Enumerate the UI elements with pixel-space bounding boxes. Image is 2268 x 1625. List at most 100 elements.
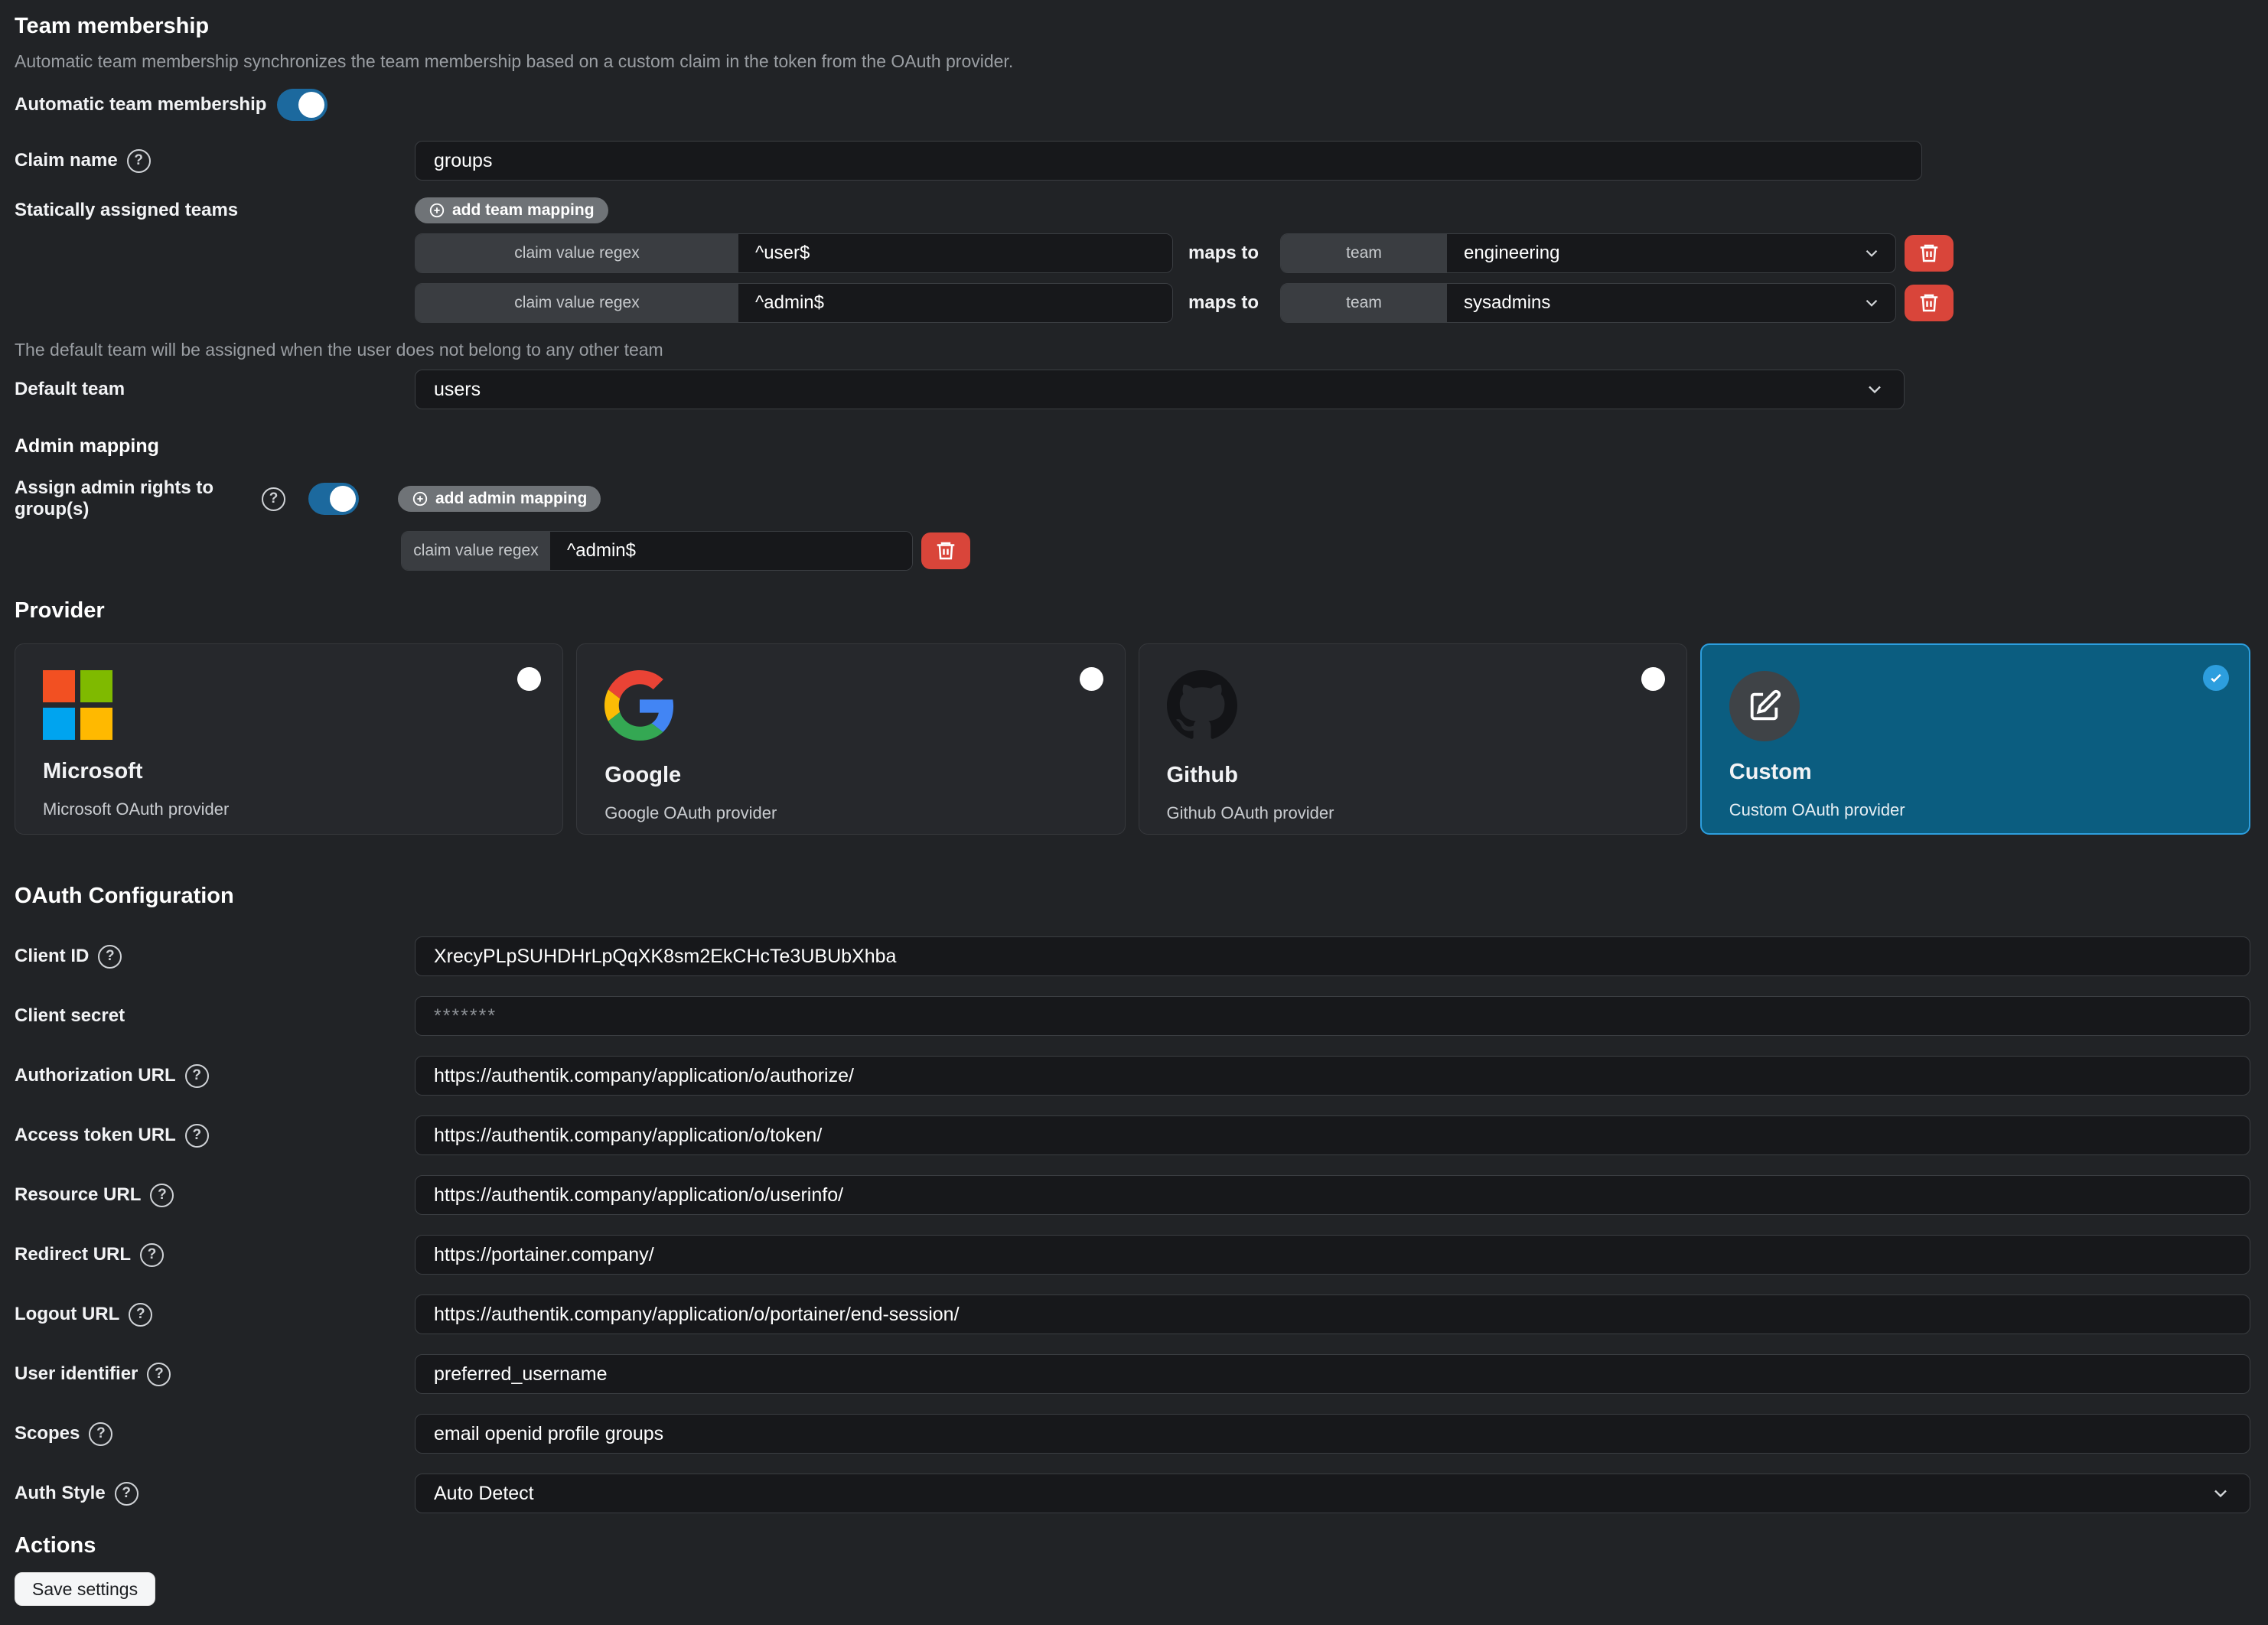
trash-icon xyxy=(934,539,957,562)
help-icon[interactable]: ? xyxy=(262,487,285,511)
provider-card-description: Github OAuth provider xyxy=(1167,803,1659,823)
github-logo-icon xyxy=(1167,670,1237,741)
claim-value-regex-label: claim value regex xyxy=(402,532,550,570)
claim-name-input[interactable] xyxy=(415,141,1922,181)
team-select[interactable]: sysadmins xyxy=(1447,284,1895,322)
auth-style-select[interactable]: Auto Detect xyxy=(415,1474,2250,1513)
delete-admin-mapping-button[interactable] xyxy=(921,532,970,569)
help-icon[interactable]: ? xyxy=(140,1243,164,1267)
admin-mapping-title: Admin mapping xyxy=(15,435,2250,458)
provider-radio[interactable] xyxy=(1641,667,1665,691)
claim-value-regex-input[interactable] xyxy=(738,284,1172,322)
help-icon[interactable]: ? xyxy=(147,1363,171,1386)
provider-radio[interactable] xyxy=(517,667,541,691)
admin-mapping-row: claim value regex xyxy=(401,531,2250,571)
redirect-url-input[interactable] xyxy=(415,1235,2250,1275)
add-team-mapping-button[interactable]: add team mapping xyxy=(415,197,608,223)
help-icon[interactable]: ? xyxy=(150,1184,174,1207)
claim-regex-group: claim value regex xyxy=(415,233,1173,273)
team-mapping-row: claim value regex maps to team sysadmins xyxy=(415,283,2250,323)
automatic-team-membership-toggle[interactable] xyxy=(277,89,327,121)
chevron-down-icon xyxy=(2210,1483,2231,1504)
default-team-row: Default team users xyxy=(15,370,2250,409)
redirect-url-label: Redirect URL ? xyxy=(15,1243,415,1267)
user-identifier-row: User identifier ? xyxy=(15,1354,2250,1394)
help-icon[interactable]: ? xyxy=(185,1064,209,1088)
selected-check-icon xyxy=(2203,665,2229,691)
logout-url-label: Logout URL ? xyxy=(15,1303,415,1327)
provider-card-description: Microsoft OAuth provider xyxy=(43,799,535,819)
provider-card-description: Custom OAuth provider xyxy=(1729,800,2221,820)
team-prefix-label: team xyxy=(1281,284,1447,322)
access-token-url-label: Access token URL ? xyxy=(15,1124,415,1148)
help-icon[interactable]: ? xyxy=(127,149,151,173)
resource-url-row: Resource URL ? xyxy=(15,1175,2250,1215)
chevron-down-icon xyxy=(1862,243,1882,263)
default-team-note: The default team will be assigned when t… xyxy=(15,340,2250,360)
claim-value-regex-input[interactable] xyxy=(550,532,912,570)
claim-regex-group: claim value regex xyxy=(401,531,913,571)
plus-circle-icon xyxy=(429,202,445,219)
oauth-settings-page: Team membership Automatic team membershi… xyxy=(0,0,2268,1606)
chevron-down-icon xyxy=(1864,379,1885,400)
team-membership-title: Team membership xyxy=(15,14,2250,39)
save-settings-button[interactable]: Save settings xyxy=(15,1572,155,1606)
provider-card-name: Microsoft xyxy=(43,759,535,784)
statically-assigned-teams-row: Statically assigned teams add team mappi… xyxy=(15,197,2250,223)
client-secret-row: Client secret xyxy=(15,996,2250,1036)
auth-style-label: Auth Style ? xyxy=(15,1482,415,1506)
assign-admin-rights-row: Assign admin rights to group(s) ? add ad… xyxy=(15,477,2250,520)
team-group: team sysadmins xyxy=(1280,283,1896,323)
delete-team-mapping-button[interactable] xyxy=(1905,285,1954,321)
google-logo-icon xyxy=(604,670,675,741)
claim-regex-group: claim value regex xyxy=(415,283,1173,323)
authorization-url-row: Authorization URL ? xyxy=(15,1056,2250,1096)
custom-provider-badge xyxy=(1729,671,1800,741)
claim-name-row: Claim name ? xyxy=(15,141,2250,181)
help-icon[interactable]: ? xyxy=(115,1482,138,1506)
provider-card-microsoft[interactable]: Microsoft Microsoft OAuth provider xyxy=(15,643,563,835)
help-icon[interactable]: ? xyxy=(89,1422,112,1446)
provider-card-google[interactable]: Google Google OAuth provider xyxy=(576,643,1125,835)
help-icon[interactable]: ? xyxy=(185,1124,209,1148)
claim-value-regex-input[interactable] xyxy=(738,234,1172,272)
delete-team-mapping-button[interactable] xyxy=(1905,235,1954,272)
default-team-select[interactable]: users xyxy=(415,370,1905,409)
default-team-label: Default team xyxy=(15,379,415,400)
add-admin-mapping-button[interactable]: add admin mapping xyxy=(398,486,601,512)
maps-to-label: maps to xyxy=(1188,292,1259,314)
trash-icon xyxy=(1918,291,1941,314)
help-icon[interactable]: ? xyxy=(129,1303,152,1327)
provider-card-description: Google OAuth provider xyxy=(604,803,1097,823)
client-id-row: Client ID ? xyxy=(15,936,2250,976)
client-id-input[interactable] xyxy=(415,936,2250,976)
toggle-knob xyxy=(298,92,324,118)
claim-value-regex-label: claim value regex xyxy=(415,234,738,272)
team-membership-description: Automatic team membership synchronizes t… xyxy=(15,51,2250,72)
authorization-url-input[interactable] xyxy=(415,1056,2250,1096)
trash-icon xyxy=(1918,242,1941,265)
access-token-url-input[interactable] xyxy=(415,1115,2250,1155)
user-identifier-input[interactable] xyxy=(415,1354,2250,1394)
scopes-input[interactable] xyxy=(415,1414,2250,1454)
provider-title: Provider xyxy=(15,598,2250,624)
team-select[interactable]: engineering xyxy=(1447,234,1895,272)
oauth-configuration-title: OAuth Configuration xyxy=(15,884,2250,909)
auth-style-row: Auth Style ? Auto Detect xyxy=(15,1474,2250,1513)
help-icon[interactable]: ? xyxy=(98,945,122,969)
resource-url-input[interactable] xyxy=(415,1175,2250,1215)
redirect-url-row: Redirect URL ? xyxy=(15,1235,2250,1275)
provider-card-custom[interactable]: Custom Custom OAuth provider xyxy=(1700,643,2250,835)
automatic-team-membership-label: Automatic team membership xyxy=(15,94,277,116)
provider-card-name: Google xyxy=(604,763,1097,788)
provider-card-name: Github xyxy=(1167,763,1659,788)
provider-card-name: Custom xyxy=(1729,760,2221,785)
logout-url-input[interactable] xyxy=(415,1294,2250,1334)
provider-radio[interactable] xyxy=(1080,667,1103,691)
assign-admin-rights-toggle[interactable] xyxy=(308,483,359,515)
client-secret-input[interactable] xyxy=(415,996,2250,1036)
provider-card-github[interactable]: Github Github OAuth provider xyxy=(1139,643,1687,835)
user-identifier-label: User identifier ? xyxy=(15,1363,415,1386)
claim-value-regex-label: claim value regex xyxy=(415,284,738,322)
scopes-label: Scopes ? xyxy=(15,1422,415,1446)
